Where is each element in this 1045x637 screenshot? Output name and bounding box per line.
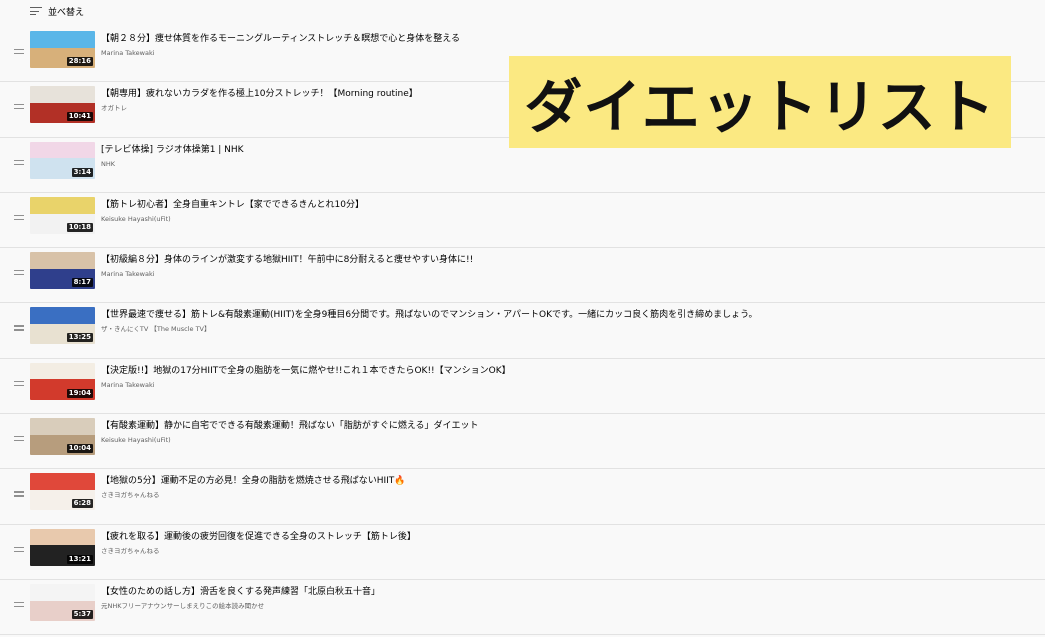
video-thumbnail[interactable]: 8:17 bbox=[30, 252, 95, 290]
video-thumbnail[interactable]: 10:04 bbox=[30, 418, 95, 456]
video-thumbnail[interactable]: 10:41 bbox=[30, 86, 95, 124]
thumbnail-image-top bbox=[30, 362, 95, 380]
drag-handle-icon[interactable] bbox=[14, 159, 24, 166]
channel-name[interactable]: さきヨガちゃんねる bbox=[101, 547, 160, 556]
video-title[interactable]: 【有酸素運動】静かに自宅でできる有酸素運動！飛ばない「脂肪がすぐに燃える」ダイエ… bbox=[101, 420, 1031, 432]
drag-handle-icon[interactable] bbox=[14, 214, 24, 221]
thumbnail-image-top bbox=[30, 473, 95, 491]
thumbnail-image-top bbox=[30, 252, 95, 269]
video-duration: 5:37 bbox=[71, 609, 93, 619]
thumbnail-image-top bbox=[30, 418, 95, 435]
sort-label: 並べ替え bbox=[48, 7, 85, 18]
channel-name[interactable]: Keisuke Hayashi(uFit) bbox=[101, 215, 171, 224]
playlist-item[interactable]: 5:37 【女性のための話し方】滑舌を良くする発声練習「北原白秋五十音」 元NH… bbox=[0, 580, 1045, 636]
video-thumbnail[interactable]: 13:21 bbox=[30, 528, 95, 566]
thumbnail-image-top bbox=[30, 307, 95, 325]
video-title[interactable]: 【地獄の5分】運動不足の方必見！全身の脂肪を燃焼させる飛ばないHIIT🔥 bbox=[101, 475, 1031, 487]
video-duration: 19:04 bbox=[66, 388, 93, 398]
drag-handle-icon[interactable] bbox=[14, 104, 24, 110]
drag-handle-icon[interactable] bbox=[14, 325, 24, 331]
title-banner: ダイエットリスト bbox=[509, 56, 1011, 148]
playlist-item[interactable]: 19:04 【決定版!!】地獄の17分HIITで全身の脂肪を一気に燃やせ!!これ… bbox=[0, 359, 1045, 415]
video-duration: 13:21 bbox=[66, 554, 93, 564]
channel-name[interactable]: NHK bbox=[101, 160, 115, 169]
playlist-item[interactable]: 10:04 【有酸素運動】静かに自宅でできる有酸素運動！飛ばない「脂肪がすぐに燃… bbox=[0, 414, 1045, 470]
thumbnail-image-top bbox=[30, 583, 95, 601]
video-thumbnail[interactable]: 10:18 bbox=[30, 196, 95, 234]
video-duration: 3:14 bbox=[71, 167, 93, 177]
video-title[interactable]: 【初級編８分】身体のラインが激変する地獄HIIT！午前中に8分耐えると痩せやすい… bbox=[101, 254, 1031, 266]
thumbnail-image-top bbox=[30, 528, 95, 546]
drag-handle-icon[interactable] bbox=[14, 491, 24, 497]
video-thumbnail[interactable]: 3:14 bbox=[30, 141, 95, 179]
thumbnail-image-top bbox=[30, 86, 95, 103]
video-title[interactable]: 【決定版!!】地獄の17分HIITで全身の脂肪を一気に燃やせ!!これ１本できたら… bbox=[101, 365, 1031, 377]
channel-name[interactable]: Marina Takewaki bbox=[101, 49, 155, 58]
channel-name[interactable]: Marina Takewaki bbox=[101, 381, 155, 390]
channel-name[interactable]: さきヨガちゃんねる bbox=[101, 491, 160, 500]
drag-handle-icon[interactable] bbox=[14, 380, 24, 387]
sort-button[interactable]: 並べ替え bbox=[30, 0, 84, 22]
drag-handle-icon[interactable] bbox=[14, 49, 24, 55]
video-duration: 10:41 bbox=[66, 112, 93, 122]
video-duration: 6:28 bbox=[71, 499, 93, 509]
drag-handle-icon[interactable] bbox=[14, 436, 24, 442]
video-duration: 10:04 bbox=[66, 444, 93, 454]
playlist-item[interactable]: 13:25 【世界最速で痩せる】筋トレ&有酸素運動(HIIT)を全身9種目6分間… bbox=[0, 303, 1045, 359]
channel-name[interactable]: Keisuke Hayashi(uFit) bbox=[101, 436, 171, 445]
video-thumbnail[interactable]: 19:04 bbox=[30, 362, 95, 400]
thumbnail-image-top bbox=[30, 141, 95, 159]
video-thumbnail[interactable]: 6:28 bbox=[30, 473, 95, 511]
video-duration: 13:25 bbox=[66, 333, 93, 343]
thumbnail-image-top bbox=[30, 31, 95, 48]
thumbnail-image-top bbox=[30, 196, 95, 214]
video-title[interactable]: 【疲れを取る】運動後の疲労回復を促進できる全身のストレッチ【筋トレ後】 bbox=[101, 531, 1031, 543]
sort-icon bbox=[30, 6, 42, 16]
video-title[interactable]: 【朝２８分】痩せ体質を作るモーニングルーティンストレッチ＆瞑想で心と身体を整える bbox=[101, 33, 1031, 45]
video-duration: 28:16 bbox=[66, 57, 93, 66]
drag-handle-icon[interactable] bbox=[14, 546, 24, 553]
playlist-item[interactable]: 6:28 【地獄の5分】運動不足の方必見！全身の脂肪を燃焼させる飛ばないHIIT… bbox=[0, 469, 1045, 525]
video-title[interactable]: 【女性のための話し方】滑舌を良くする発声練習「北原白秋五十音」 bbox=[101, 586, 1031, 598]
playlist-item[interactable]: 10:18 【筋トレ初心者】全身自重キントレ【家でできるきんとれ10分】 Kei… bbox=[0, 193, 1045, 249]
playlist-item[interactable]: 13:21 【疲れを取る】運動後の疲労回復を促進できる全身のストレッチ【筋トレ後… bbox=[0, 525, 1045, 580]
channel-name[interactable]: 元NHKフリーアナウンサーしまえりこの絵本読み聞かせ bbox=[101, 602, 264, 611]
channel-name[interactable]: オガトレ bbox=[101, 104, 127, 113]
channel-name[interactable]: Marina Takewaki bbox=[101, 270, 155, 279]
video-title[interactable]: 【筋トレ初心者】全身自重キントレ【家でできるきんとれ10分】 bbox=[101, 199, 1031, 211]
playlist-item[interactable]: 8:17 【初級編８分】身体のラインが激変する地獄HIIT！午前中に8分耐えると… bbox=[0, 248, 1045, 304]
video-duration: 8:17 bbox=[71, 278, 93, 288]
playlist-page: 並べ替え 28:16 【朝２８分】痩せ体質を作るモーニングルーティンストレッチ＆… bbox=[0, 0, 1045, 637]
video-thumbnail[interactable]: 13:25 bbox=[30, 307, 95, 345]
video-thumbnail[interactable]: 28:16 bbox=[30, 31, 95, 68]
banner-text: ダイエットリスト bbox=[524, 73, 996, 141]
video-duration: 10:18 bbox=[66, 222, 93, 232]
video-title[interactable]: 【世界最速で痩せる】筋トレ&有酸素運動(HIIT)を全身9種目6分間です。飛ばな… bbox=[101, 309, 1031, 321]
channel-name[interactable]: ザ・きんにくTV 【The Muscle TV】 bbox=[101, 325, 211, 334]
drag-handle-icon[interactable] bbox=[14, 601, 24, 608]
video-thumbnail[interactable]: 5:37 bbox=[30, 583, 95, 621]
drag-handle-icon[interactable] bbox=[14, 270, 24, 276]
